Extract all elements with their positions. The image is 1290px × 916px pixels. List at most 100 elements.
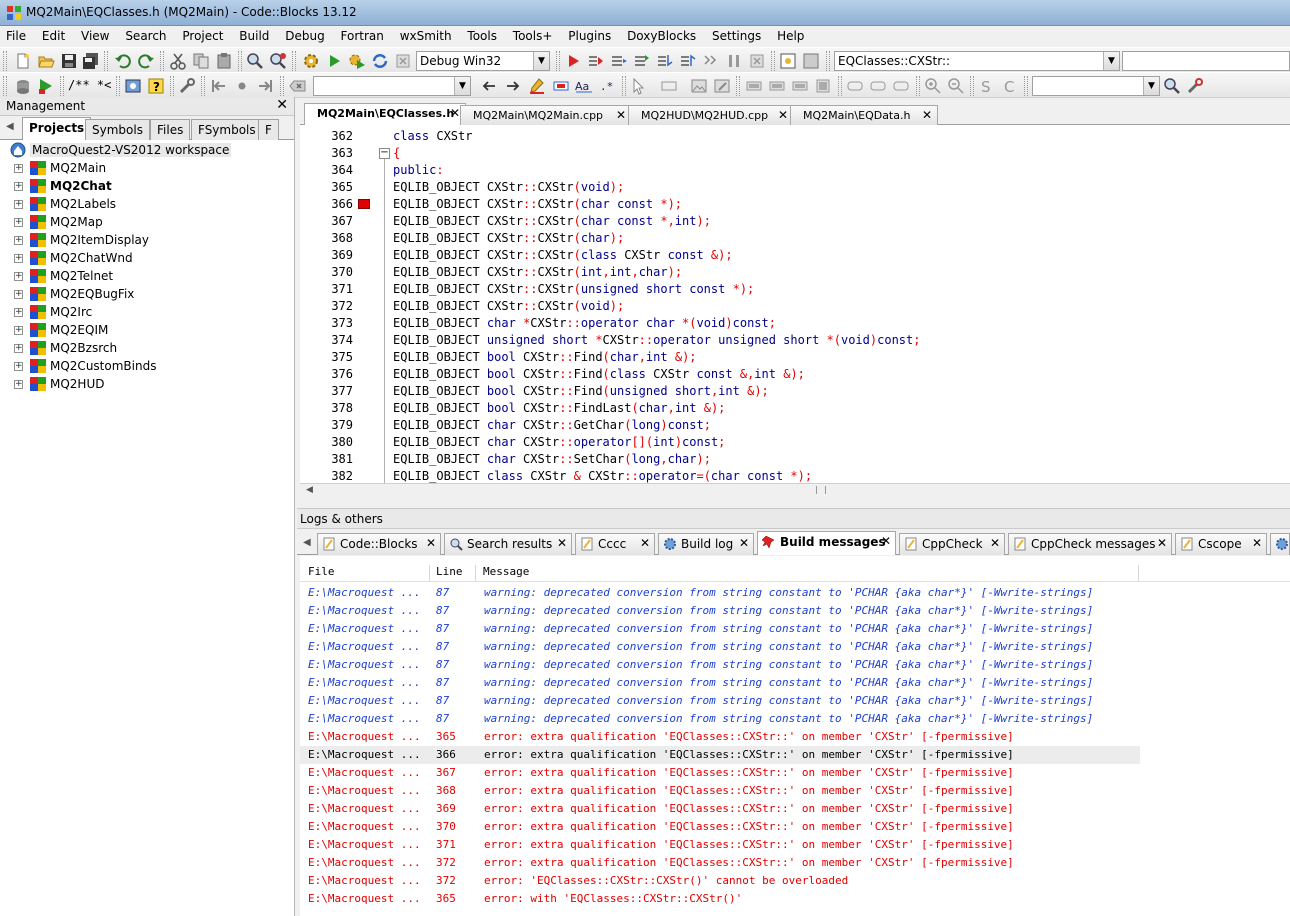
menu-view[interactable]: View [75, 26, 115, 47]
search-go-button[interactable] [1163, 77, 1181, 95]
close-icon[interactable]: ✕ [557, 536, 567, 550]
log-row[interactable]: E:\Macroquest ... 369 error: extra qualifi… [300, 800, 1140, 818]
tab-codeblocks-log[interactable]: Code::Blocks ✕ [317, 533, 441, 555]
tab-search-results[interactable]: Search results ✕ [444, 533, 572, 555]
shape-c-button[interactable]: C [1001, 77, 1019, 95]
shape-s-button[interactable]: S [978, 77, 996, 95]
toolbar-grip[interactable] [1024, 76, 1028, 96]
project-node[interactable]: + MQ2Irc [0, 303, 293, 321]
close-icon[interactable]: ✕ [426, 536, 436, 550]
log-row[interactable]: E:\Macroquest ... 87 warning: deprecated c… [300, 584, 1140, 602]
code-line[interactable]: { [393, 146, 400, 160]
toolbar-grip[interactable] [736, 76, 740, 96]
code-editor[interactable]: 362 363 364 365 366 367 368 369 370 371 372 373 374 3… [300, 125, 1290, 483]
project-node[interactable]: + MQ2Main [0, 159, 293, 177]
code-line[interactable]: EQLIB_OBJECT CXStr::CXStr(char); [393, 231, 624, 245]
code-line[interactable]: EQLIB_OBJECT char CXStr::operator[](int)… [393, 435, 725, 449]
debug-info-button[interactable] [802, 52, 820, 70]
log-row[interactable]: E:\Macroquest ... 365 error: with 'EQClass… [300, 890, 1140, 908]
toolbar-grip[interactable] [771, 51, 775, 71]
doxy-extract-button[interactable] [37, 77, 55, 95]
tab-more[interactable] [1270, 533, 1290, 555]
code-line[interactable]: EQLIB_OBJECT bool CXStr::Find(class CXSt… [393, 367, 805, 381]
build-target-select[interactable]: Debug Win32 ▼ [416, 51, 550, 71]
expand-icon[interactable]: + [14, 236, 23, 245]
log-row[interactable]: E:\Macroquest ... 87 warning: deprecated c… [300, 674, 1140, 692]
menu-edit[interactable]: Edit [36, 26, 71, 47]
code-line[interactable]: EQLIB_OBJECT CXStr::CXStr(unsigned short… [393, 282, 754, 296]
close-icon[interactable]: ✕ [616, 108, 626, 122]
close-icon[interactable]: ✕ [1157, 536, 1167, 550]
log-row[interactable]: E:\Macroquest ... 87 warning: deprecated c… [300, 638, 1140, 656]
code-line[interactable]: EQLIB_OBJECT CXStr::CXStr(char const *,i… [393, 214, 711, 228]
close-icon[interactable]: ✕ [450, 106, 460, 120]
debug-start-button[interactable] [564, 52, 582, 70]
menu-tools[interactable]: Tools [461, 26, 503, 47]
toolbar-grip[interactable] [556, 51, 560, 71]
log-row[interactable]: E:\Macroquest ... 87 warning: deprecated c… [300, 620, 1140, 638]
expand-icon[interactable]: + [14, 326, 23, 335]
tab-files[interactable]: Files [150, 119, 191, 140]
selected-text-only-button[interactable] [552, 77, 570, 95]
project-node[interactable]: + MQ2Map [0, 213, 293, 231]
tab-build-messages[interactable]: Build messages ✕ [757, 531, 896, 555]
undo-button[interactable] [114, 52, 132, 70]
menu-build[interactable]: Build [233, 26, 275, 47]
layout-4-button[interactable] [814, 77, 832, 95]
tab-cccc[interactable]: Cccc ✕ [575, 533, 655, 555]
incremental-search-input[interactable]: ▼ [313, 76, 471, 96]
code-line[interactable]: EQLIB_OBJECT bool CXStr::Find(unsigned s… [393, 384, 769, 398]
open-file-button[interactable] [37, 52, 55, 70]
step-into-button[interactable] [656, 52, 674, 70]
doxy-help-button[interactable]: ? [147, 77, 165, 95]
tab-projects[interactable]: Projects [22, 117, 92, 140]
close-icon[interactable]: ✕ [778, 108, 788, 122]
workspace-node[interactable]: MacroQuest2-VS2012 workspace [0, 141, 293, 159]
project-node[interactable]: + MQ2EQBugFix [0, 285, 293, 303]
tab-eqdata-h[interactable]: MQ2Main\EQData.h ✕ [790, 105, 938, 125]
tab-cppcheck-messages[interactable]: CppCheck messages ✕ [1008, 533, 1172, 555]
column-message[interactable]: Message [483, 565, 1139, 581]
close-icon[interactable]: ✕ [276, 97, 288, 113]
close-icon[interactable]: ✕ [881, 534, 891, 548]
log-row[interactable]: E:\Macroquest ... 367 error: extra qualifi… [300, 764, 1140, 782]
code-line[interactable]: EQLIB_OBJECT CXStr::CXStr(char const *); [393, 197, 682, 211]
toolbar-grip[interactable] [170, 76, 174, 96]
project-node[interactable]: + MQ2HUD [0, 375, 293, 393]
code-line[interactable]: EQLIB_OBJECT CXStr::CXStr(void); [393, 180, 624, 194]
expand-icon[interactable]: + [14, 200, 23, 209]
toolbar-grip[interactable] [3, 76, 7, 96]
search-forward-button[interactable] [504, 77, 522, 95]
step-into-instruction-button[interactable] [702, 52, 720, 70]
menu-plugins[interactable]: Plugins [562, 26, 617, 47]
log-row[interactable]: E:\Macroquest ... 370 error: extra qualifi… [300, 818, 1140, 836]
shape-1-button[interactable] [846, 77, 864, 95]
code-line[interactable]: EQLIB_OBJECT char *CXStr::operator char … [393, 316, 776, 330]
doxy-wizard-button[interactable] [14, 77, 32, 95]
menu-project[interactable]: Project [176, 26, 229, 47]
toolbar-grip[interactable] [280, 76, 284, 96]
close-icon[interactable]: ✕ [739, 536, 749, 550]
column-line[interactable]: Line [436, 565, 476, 581]
close-icon[interactable]: ✕ [922, 108, 932, 122]
save-button[interactable] [60, 52, 78, 70]
toolbar-grip[interactable] [104, 51, 108, 71]
close-icon[interactable]: ✕ [1252, 536, 1262, 550]
code-line[interactable]: EQLIB_OBJECT CXStr::CXStr(int,int,char); [393, 265, 682, 279]
menu-doxyblocks[interactable]: DoxyBlocks [621, 26, 702, 47]
tab-cppcheck[interactable]: CppCheck ✕ [899, 533, 1005, 555]
rebuild-button[interactable] [371, 52, 389, 70]
tab-cscope[interactable]: Cscope ✕ [1175, 533, 1267, 555]
project-node[interactable]: + MQ2EQIM [0, 321, 293, 339]
toolbar-grip[interactable] [622, 76, 626, 96]
zoom-in-button[interactable] [924, 77, 942, 95]
column-file[interactable]: File [308, 565, 430, 581]
step-out-button[interactable] [679, 52, 697, 70]
code-line[interactable]: public: [393, 163, 444, 177]
toggle-bookmark-button[interactable] [233, 77, 251, 95]
project-node[interactable]: + MQ2ItemDisplay [0, 231, 293, 249]
menu-tools-plus[interactable]: Tools+ [507, 26, 559, 47]
edit-image-button[interactable] [713, 77, 731, 95]
find-button[interactable] [246, 52, 264, 70]
menu-debug[interactable]: Debug [279, 26, 330, 47]
